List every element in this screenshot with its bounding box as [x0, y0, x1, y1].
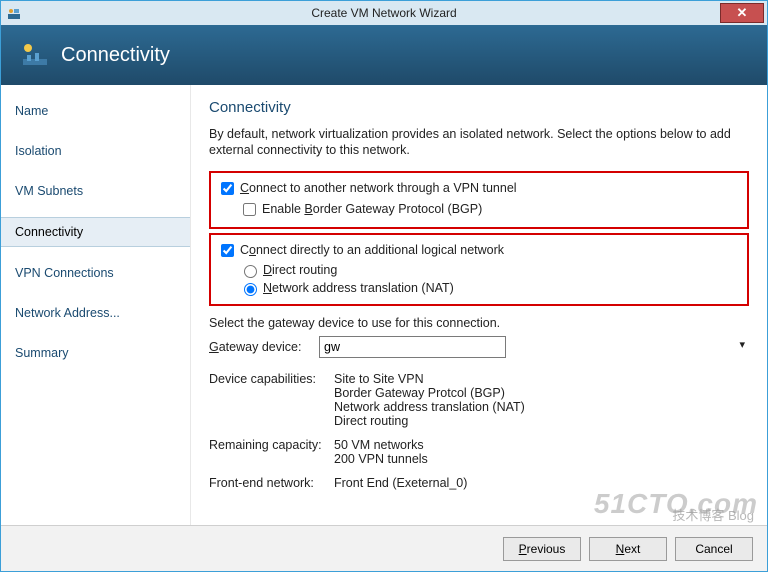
previous-button[interactable]: Previous	[503, 537, 581, 561]
sidebar-item-vm-subnets[interactable]: VM Subnets	[1, 177, 190, 205]
remaining-row: Remaining capacity: 50 VM networks 200 V…	[209, 438, 749, 466]
remaining-value: 50 VM networks 200 VPN tunnels	[334, 438, 749, 466]
cap-2: Network address translation (NAT)	[334, 400, 749, 414]
bgp-label[interactable]: Enable Border Gateway Protocol (BGP)	[262, 202, 482, 216]
vpn-group: Connect to another network through a VPN…	[209, 171, 749, 229]
remain-0: 50 VM networks	[334, 438, 749, 452]
sidebar-item-connectivity[interactable]: Connectivity	[1, 217, 190, 247]
routing-radio[interactable]	[244, 265, 257, 278]
sidebar-item-summary[interactable]: Summary	[1, 339, 190, 367]
frontend-value: Front End (Exeternal_0)	[334, 476, 749, 490]
header-title: Connectivity	[61, 44, 170, 67]
footer: Previous Next Cancel	[1, 525, 767, 571]
wizard-body: Name Isolation VM Subnets Connectivity V…	[1, 85, 767, 525]
frontend-row: Front-end network: Front End (Exeternal_…	[209, 476, 749, 490]
direct-group: Connect directly to an additional logica…	[209, 233, 749, 306]
direct-label[interactable]: Connect directly to an additional logica…	[240, 243, 504, 257]
remaining-label: Remaining capacity:	[209, 438, 334, 466]
capabilities-value: Site to Site VPN Border Gateway Protcol …	[334, 372, 749, 428]
capabilities-label: Device capabilities:	[209, 372, 334, 428]
cap-3: Direct routing	[334, 414, 749, 428]
frontend-label: Front-end network:	[209, 476, 334, 490]
cancel-button[interactable]: Cancel	[675, 537, 753, 561]
page-intro: By default, network virtualization provi…	[209, 126, 749, 159]
capabilities-row: Device capabilities: Site to Site VPN Bo…	[209, 372, 749, 428]
direct-checkbox-row: Connect directly to an additional logica…	[217, 241, 741, 260]
vpn-label[interactable]: Connect to another network through a VPN…	[240, 181, 517, 195]
sidebar-item-name[interactable]: Name	[1, 97, 190, 125]
sidebar-item-isolation[interactable]: Isolation	[1, 137, 190, 165]
page-title: Connectivity	[209, 99, 749, 116]
routing-radio-row: Direct routing	[239, 262, 741, 278]
titlebar: Create VM Network Wizard ✕	[1, 1, 767, 25]
gateway-select[interactable]	[319, 336, 506, 358]
gateway-note: Select the gateway device to use for thi…	[209, 316, 749, 330]
nat-label[interactable]: Network address translation (NAT)	[263, 281, 454, 295]
main-panel: Connectivity By default, network virtual…	[191, 85, 767, 525]
nat-radio[interactable]	[244, 283, 257, 296]
cap-1: Border Gateway Protcol (BGP)	[334, 386, 749, 400]
routing-label[interactable]: Direct routing	[263, 263, 337, 277]
bgp-checkbox[interactable]	[243, 203, 256, 216]
window-title: Create VM Network Wizard	[1, 6, 767, 20]
gateway-select-wrap	[319, 336, 749, 358]
nat-radio-row: Network address translation (NAT)	[239, 280, 741, 296]
wizard-window: Create VM Network Wizard ✕ Connectivity …	[0, 0, 768, 572]
bgp-checkbox-row: Enable Border Gateway Protocol (BGP)	[239, 200, 741, 219]
gateway-label: Gateway device:	[209, 340, 319, 354]
vpn-checkbox-row: Connect to another network through a VPN…	[217, 179, 741, 198]
app-icon	[7, 6, 21, 20]
remain-1: 200 VPN tunnels	[334, 452, 749, 466]
cap-0: Site to Site VPN	[334, 372, 749, 386]
sidebar-item-network-address[interactable]: Network Address...	[1, 299, 190, 327]
close-button[interactable]: ✕	[720, 3, 764, 23]
sidebar: Name Isolation VM Subnets Connectivity V…	[1, 85, 191, 525]
header-icon	[21, 41, 49, 69]
gateway-row: Gateway device:	[209, 336, 749, 358]
wizard-header: Connectivity	[1, 25, 767, 85]
next-button[interactable]: Next	[589, 537, 667, 561]
direct-checkbox[interactable]	[221, 244, 234, 257]
sidebar-item-vpn-connections[interactable]: VPN Connections	[1, 259, 190, 287]
vpn-checkbox[interactable]	[221, 182, 234, 195]
